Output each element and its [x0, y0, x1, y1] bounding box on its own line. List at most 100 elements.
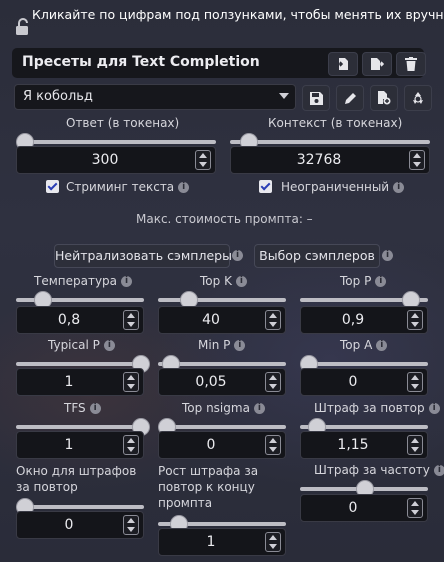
- top-nsigma-input[interactable]: 0: [158, 431, 286, 459]
- freq-pen-value: 0: [348, 500, 358, 516]
- max-cost-text: Макс. стоимость промпта: –: [136, 212, 313, 226]
- top-k-slider[interactable]: [158, 291, 286, 309]
- info-icon[interactable]: i: [234, 340, 246, 351]
- top-nsigma-stepper[interactable]: [265, 435, 281, 455]
- top-nsigma-label: Top nsigma i: [182, 401, 265, 415]
- context-input[interactable]: 32768: [230, 146, 430, 174]
- lock-open-icon[interactable]: [14, 18, 32, 36]
- response-slider[interactable]: [16, 133, 216, 151]
- top-nsigma-text: Top nsigma: [182, 401, 250, 415]
- tfs-label: TFS i: [64, 401, 101, 415]
- pencil-icon: [344, 92, 356, 104]
- tfs-stepper[interactable]: [123, 435, 139, 455]
- rep-pen-stepper[interactable]: [407, 435, 423, 455]
- info-icon[interactable]: i: [103, 340, 115, 351]
- delete-preset-button[interactable]: [396, 52, 426, 76]
- info-icon[interactable]: i: [433, 465, 444, 476]
- temperature-stepper[interactable]: [123, 310, 139, 330]
- freq-pen-slider[interactable]: [300, 480, 428, 498]
- typical-p-input[interactable]: 1: [16, 368, 144, 396]
- info-icon[interactable]: i: [376, 340, 388, 351]
- freq-pen-text: Штраф за частоту: [314, 463, 430, 477]
- freq-pen-stepper[interactable]: [407, 498, 423, 518]
- info-icon[interactable]: i: [375, 276, 387, 287]
- rep-pen-range-value: 0: [64, 517, 74, 533]
- temperature-value: 0,8: [57, 312, 81, 328]
- top-k-value: 40: [202, 312, 220, 328]
- export-preset-button[interactable]: [362, 52, 392, 76]
- typical-p-slider[interactable]: [16, 355, 150, 373]
- info-icon[interactable]: i: [393, 182, 405, 193]
- rep-pen-slope-value: 1: [206, 534, 216, 550]
- info-icon[interactable]: i: [89, 403, 101, 414]
- top-a-slider[interactable]: [300, 355, 428, 373]
- top-k-stepper[interactable]: [265, 310, 281, 330]
- top-a-stepper[interactable]: [407, 372, 423, 392]
- response-value: 300: [91, 152, 119, 168]
- min-p-value: 0,05: [195, 374, 227, 390]
- info-icon[interactable]: i: [253, 403, 265, 414]
- rep-pen-label: Штраф за повтор i: [314, 401, 440, 415]
- preset-select[interactable]: Я кобольд: [14, 84, 296, 110]
- rep-pen-range-slider[interactable]: [16, 498, 144, 516]
- trash-icon: [405, 57, 417, 71]
- chevron-down-icon: [279, 93, 289, 99]
- rep-pen-slider[interactable]: [300, 418, 428, 436]
- import-preset-button[interactable]: [328, 52, 358, 76]
- min-p-slider[interactable]: [158, 355, 286, 373]
- new-preset-button[interactable]: [370, 85, 398, 111]
- info-icon[interactable]: i: [235, 276, 247, 287]
- tfs-slider[interactable]: [16, 418, 150, 436]
- top-p-slider[interactable]: [300, 291, 428, 309]
- tfs-text: TFS: [64, 401, 86, 415]
- typical-p-stepper[interactable]: [123, 372, 139, 392]
- save-preset-button[interactable]: [302, 85, 330, 111]
- streaming-checkbox[interactable]: [46, 180, 59, 193]
- rep-pen-slope-input[interactable]: 1: [158, 528, 286, 556]
- rep-pen-slope-stepper[interactable]: [265, 532, 281, 552]
- response-input[interactable]: 300: [16, 146, 216, 174]
- file-import-icon: [336, 58, 348, 70]
- rep-pen-input[interactable]: 1,15: [300, 431, 428, 459]
- top-p-input[interactable]: 0,9: [300, 306, 428, 334]
- presets-title: Пресеты для Text Completion: [22, 54, 260, 70]
- top-k-input[interactable]: 40: [158, 306, 286, 334]
- preset-select-value: Я кобольд: [23, 89, 93, 104]
- min-p-stepper[interactable]: [265, 372, 281, 392]
- info-icon[interactable]: i: [382, 250, 393, 261]
- rep-pen-slope-label-line3: промпта: [158, 496, 213, 510]
- info-icon[interactable]: i: [428, 403, 440, 414]
- select-samplers-button[interactable]: Выбор сэмплеров: [254, 244, 380, 268]
- rep-pen-slope-slider[interactable]: [158, 515, 286, 533]
- unlimited-checkbox[interactable]: [259, 180, 272, 193]
- info-icon[interactable]: i: [232, 250, 243, 261]
- top-nsigma-slider[interactable]: [158, 418, 286, 436]
- neutralize-samplers-button[interactable]: Нейтрализовать сэмплеры: [54, 244, 232, 268]
- info-icon[interactable]: i: [121, 276, 133, 287]
- rep-pen-range-label: Окно для штрафов за повтор: [16, 463, 136, 495]
- rep-pen-range-label-line2: за повтор: [16, 480, 78, 494]
- unlimited-text: Неограниченный: [281, 180, 390, 194]
- rep-pen-range-label-line1: Окно для штрафов: [16, 464, 137, 478]
- freq-pen-label: Штраф за частоту i: [314, 463, 444, 477]
- context-stepper[interactable]: [409, 150, 425, 170]
- temperature-slider[interactable]: [16, 291, 144, 309]
- info-icon[interactable]: i: [178, 182, 190, 193]
- recycle-icon: [413, 92, 423, 104]
- top-a-input[interactable]: 0: [300, 368, 428, 396]
- min-p-label: Min Pi: [198, 338, 246, 352]
- freq-pen-input[interactable]: 0: [300, 494, 428, 522]
- rename-preset-button[interactable]: [336, 85, 364, 111]
- rep-pen-range-stepper[interactable]: [123, 515, 139, 535]
- tfs-value: 1: [64, 437, 74, 453]
- min-p-input[interactable]: 0,05: [158, 368, 286, 396]
- response-stepper[interactable]: [195, 150, 211, 170]
- context-slider[interactable]: [230, 133, 430, 151]
- top-k-text: Top K: [200, 274, 232, 288]
- top-p-value: 0,9: [341, 312, 365, 328]
- tfs-input[interactable]: 1: [16, 431, 144, 459]
- temperature-input[interactable]: 0,8: [16, 306, 144, 334]
- restore-preset-button[interactable]: [404, 85, 432, 111]
- rep-pen-range-input[interactable]: 0: [16, 511, 144, 539]
- top-p-stepper[interactable]: [407, 310, 423, 330]
